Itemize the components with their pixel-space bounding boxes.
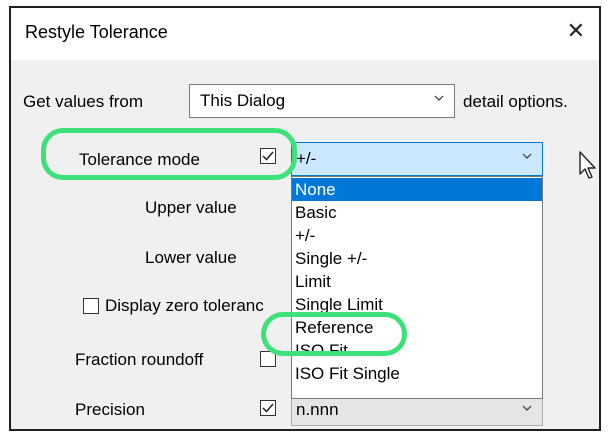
chevron-down-icon	[522, 153, 532, 159]
tolerance-mode-value: +/-	[296, 149, 317, 168]
get-values-value: This Dialog	[200, 91, 286, 110]
display-zero-label: Display zero toleranc	[105, 296, 264, 315]
precision-value: n.nnn	[296, 400, 339, 419]
option-limit[interactable]: Limit	[292, 270, 542, 293]
display-zero-checkbox[interactable]	[83, 298, 99, 314]
option-basic[interactable]: Basic	[292, 201, 542, 224]
tolerance-mode-label: Tolerance mode	[79, 150, 200, 169]
option-iso-fit-single[interactable]: ISO Fit Single	[292, 362, 542, 385]
mouse-pointer-icon	[579, 151, 596, 179]
precision-label: Precision	[75, 400, 145, 419]
option-iso-fit[interactable]: ISO Fit	[292, 339, 542, 362]
dialog-title: Restyle Tolerance	[25, 22, 168, 42]
option-reference[interactable]: Reference	[292, 316, 542, 339]
check-icon	[262, 403, 274, 413]
option-none[interactable]: None	[292, 178, 542, 201]
tolerance-mode-checkbox[interactable]	[260, 148, 276, 164]
get-values-label: Get values from	[23, 92, 143, 111]
lower-value-label: Lower value	[145, 248, 237, 267]
get-values-select[interactable]: This Dialog	[189, 84, 455, 118]
upper-value-label: Upper value	[145, 198, 237, 217]
option-single-limit[interactable]: Single Limit	[292, 293, 542, 316]
precision-checkbox[interactable]	[260, 400, 276, 416]
title-bar: Restyle Tolerance ✕	[11, 8, 599, 60]
detail-options-label: detail options.	[463, 92, 568, 111]
chevron-down-icon	[434, 95, 444, 101]
tolerance-mode-dropdown-list: None Basic +/- Single +/- Limit Single L…	[291, 176, 543, 399]
close-icon[interactable]: ✕	[567, 16, 585, 46]
fraction-roundoff-checkbox[interactable]	[260, 351, 276, 367]
check-icon	[262, 151, 274, 161]
option-plus-minus[interactable]: +/-	[292, 224, 542, 247]
fraction-roundoff-label: Fraction roundoff	[75, 350, 204, 369]
tolerance-mode-select[interactable]: +/-	[291, 142, 543, 176]
option-single-plus-minus[interactable]: Single +/-	[292, 247, 542, 270]
restyle-tolerance-dialog: Restyle Tolerance ✕ Get values from This…	[9, 6, 601, 431]
chevron-down-icon	[522, 405, 532, 411]
